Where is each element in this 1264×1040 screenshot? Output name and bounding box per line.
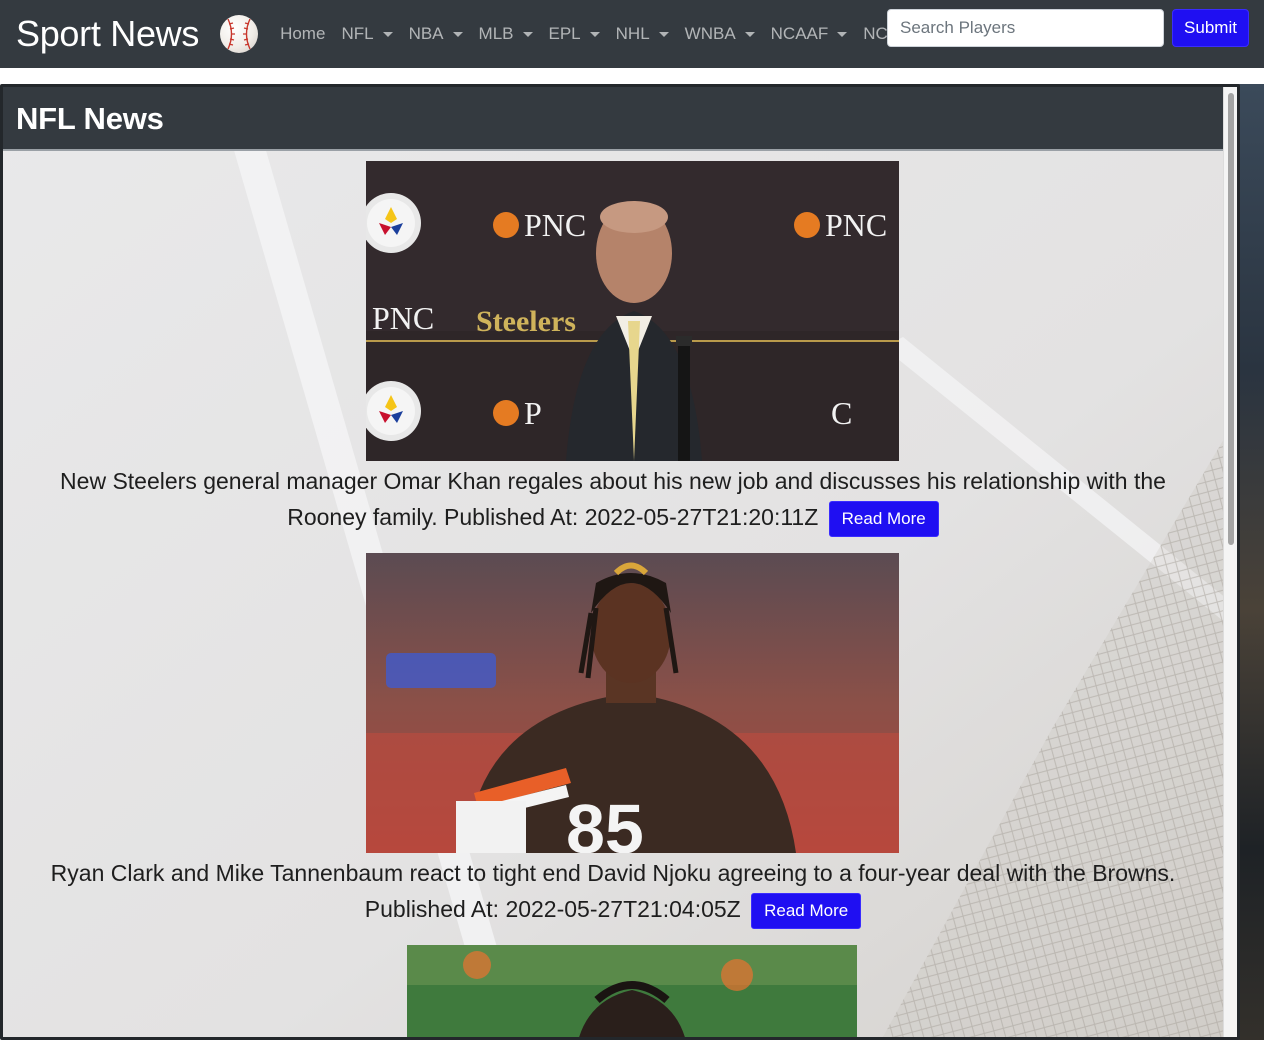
read-more-button[interactable]: Read More	[751, 892, 862, 929]
nav-spacer	[0, 68, 1264, 84]
nav-link-label: EPL	[548, 24, 581, 43]
search-players-input[interactable]	[887, 9, 1164, 47]
svg-text:PNC: PNC	[524, 207, 586, 243]
panel-header: NFL News	[3, 87, 1223, 151]
nav-link-label: NCAAF	[770, 24, 829, 43]
nav-link-label: Home	[280, 24, 326, 43]
news-panel[interactable]: NFL News PNC PNC PNC Steelers P C New St…	[0, 84, 1240, 1040]
caret-down-icon	[837, 31, 848, 37]
nav-link-label: WNBA	[684, 24, 736, 43]
scrollbar-thumb[interactable]	[1228, 93, 1234, 545]
svg-text:P: P	[524, 395, 542, 431]
published-label: Published At:	[444, 504, 579, 530]
panel-title: NFL News	[16, 101, 164, 136]
panel-scrollbar[interactable]	[1223, 87, 1237, 1037]
svg-text:PNC: PNC	[372, 300, 434, 336]
brand-title[interactable]: Sport News	[16, 13, 199, 55]
article-image[interactable]: PNC PNC PNC Steelers P C	[366, 161, 899, 461]
submit-button[interactable]: Submit	[1172, 9, 1249, 47]
published-timestamp: 2022-05-27T21:20:11Z	[584, 504, 819, 530]
article-image[interactable]	[407, 945, 857, 1037]
published-label: Published At:	[364, 896, 500, 922]
nav-dropdown-nfl[interactable]: NFL	[333, 24, 400, 44]
svg-text:Steelers: Steelers	[476, 305, 576, 338]
nav-menu: Home NFL NBA MLB EPL NHL WNBA NCAAF NCAA	[272, 24, 937, 44]
svg-text:85: 85	[566, 790, 644, 853]
caret-down-icon	[382, 31, 393, 37]
svg-text:C: C	[831, 395, 852, 431]
nav-dropdown-mlb[interactable]: MLB	[471, 24, 541, 44]
nav-dropdown-nba[interactable]: NBA	[401, 24, 471, 44]
nav-dropdown-ncaaf[interactable]: NCAAF	[763, 24, 856, 44]
nav-link-home[interactable]: Home	[272, 24, 333, 44]
background-photo	[1238, 84, 1264, 1040]
nav-dropdown-wnba[interactable]: WNBA	[677, 24, 763, 44]
nav-dropdown-nhl[interactable]: NHL	[608, 24, 677, 44]
caret-down-icon	[744, 31, 755, 37]
top-navbar: Sport News Home NFL NBA MLB EPL NHL WNBA…	[0, 0, 1264, 68]
nav-link-label: NBA	[408, 24, 444, 43]
nav-link-label: NHL	[615, 24, 650, 43]
nav-dropdown-epl[interactable]: EPL	[541, 24, 608, 44]
caret-down-icon	[589, 31, 600, 37]
article-image[interactable]: 85	[366, 553, 899, 853]
read-more-button[interactable]: Read More	[828, 500, 939, 537]
caret-down-icon	[452, 31, 463, 37]
nav-link-label: MLB	[478, 24, 514, 43]
baseball-icon[interactable]	[220, 15, 259, 53]
article-caption: Ryan Clark and Mike Tannenbaum react to …	[43, 855, 1183, 929]
caret-down-icon	[522, 31, 533, 37]
nav-link-label: NFL	[341, 24, 374, 43]
svg-text:PNC: PNC	[825, 207, 887, 243]
published-timestamp: 2022-05-27T21:04:05Z	[505, 896, 741, 922]
article-description: Ryan Clark and Mike Tannenbaum react to …	[50, 860, 1176, 886]
caret-down-icon	[658, 31, 669, 37]
article-caption: New Steelers general manager Omar Khan r…	[43, 463, 1183, 537]
